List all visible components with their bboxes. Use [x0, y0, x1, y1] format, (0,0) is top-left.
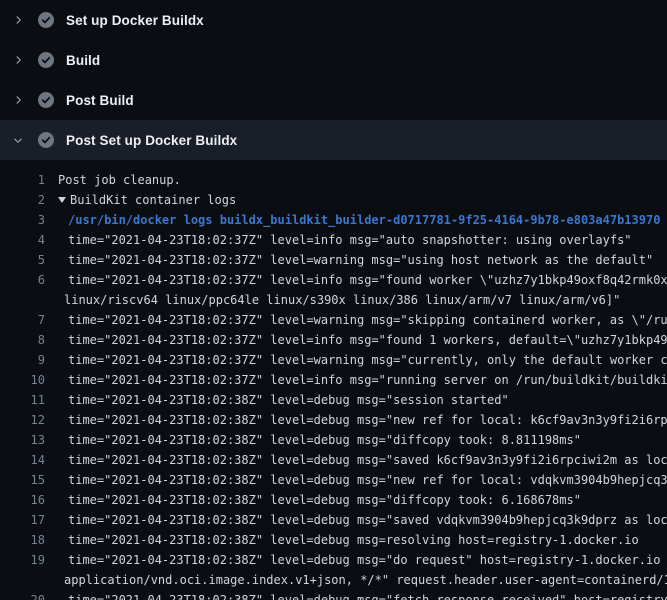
log-line: linux/riscv64 linux/ppc64le linux/s390x … [0, 290, 667, 310]
chevron-down-icon [12, 134, 24, 146]
step-label: Post Build [66, 93, 134, 108]
log-text: time="2021-04-23T18:02:38Z" level=debug … [68, 550, 667, 570]
log-text: /usr/bin/docker logs buildx_buildkit_bui… [68, 210, 660, 230]
log-line: 3 /usr/bin/docker logs buildx_buildkit_b… [0, 210, 667, 230]
line-number-link[interactable]: 16 [0, 490, 45, 510]
line-number-link[interactable]: 7 [0, 310, 45, 330]
log-line: 5 time="2021-04-23T18:02:37Z" level=warn… [0, 250, 667, 270]
log-text: linux/riscv64 linux/ppc64le linux/s390x … [64, 290, 620, 310]
check-circle-icon [38, 132, 54, 148]
line-number-link[interactable]: 3 [0, 210, 45, 230]
log-text: time="2021-04-23T18:02:37Z" level=warnin… [68, 350, 667, 370]
log-line: 19 time="2021-04-23T18:02:38Z" level=deb… [0, 550, 667, 570]
log-text: time="2021-04-23T18:02:37Z" level=info m… [68, 270, 667, 290]
step-header[interactable]: Build [0, 40, 667, 80]
check-circle-icon [38, 12, 54, 28]
log-line: 20 time="2021-04-23T18:02:38Z" level=deb… [0, 590, 667, 600]
log-line: 17 time="2021-04-23T18:02:38Z" level=deb… [0, 510, 667, 530]
line-number-link[interactable]: 20 [0, 590, 45, 600]
line-number-link[interactable]: 14 [0, 450, 45, 470]
chevron-right-icon [12, 94, 24, 106]
line-number-link[interactable]: 8 [0, 330, 45, 350]
log-text: time="2021-04-23T18:02:37Z" level=info m… [68, 230, 632, 250]
log-text: time="2021-04-23T18:02:38Z" level=debug … [68, 390, 509, 410]
line-number-link[interactable] [0, 290, 45, 310]
log-text: time="2021-04-23T18:02:37Z" level=warnin… [68, 250, 653, 270]
line-number-link[interactable]: 18 [0, 530, 45, 550]
chevron-right-icon [12, 14, 24, 26]
step-header[interactable]: Set up Docker Buildx [0, 0, 667, 40]
log-line: 7 time="2021-04-23T18:02:37Z" level=warn… [0, 310, 667, 330]
log-text: time="2021-04-23T18:02:38Z" level=debug … [68, 530, 639, 550]
line-number-link[interactable]: 2 [0, 190, 45, 210]
line-number-link[interactable]: 5 [0, 250, 45, 270]
log-text: time="2021-04-23T18:02:38Z" level=debug … [68, 430, 581, 450]
log-text: time="2021-04-23T18:02:38Z" level=debug … [68, 470, 667, 490]
line-number-link[interactable]: 12 [0, 410, 45, 430]
check-circle-icon [38, 92, 54, 108]
log-text: BuildKit container logs [70, 190, 236, 210]
group-collapse-triangle-icon[interactable] [58, 197, 66, 203]
log-viewer: 1 Post job cleanup. 2 BuildKit container… [0, 160, 667, 600]
log-line: 8 time="2021-04-23T18:02:37Z" level=info… [0, 330, 667, 350]
log-line: 12 time="2021-04-23T18:02:38Z" level=deb… [0, 410, 667, 430]
log-line: application/vnd.oci.image.index.v1+json,… [0, 570, 667, 590]
step-label: Set up Docker Buildx [66, 13, 204, 28]
line-number-link[interactable]: 9 [0, 350, 45, 370]
line-number-link[interactable]: 15 [0, 470, 45, 490]
line-number-link[interactable]: 10 [0, 370, 45, 390]
log-line: 18 time="2021-04-23T18:02:38Z" level=deb… [0, 530, 667, 550]
log-line: 6 time="2021-04-23T18:02:37Z" level=info… [0, 270, 667, 290]
line-number-link[interactable]: 17 [0, 510, 45, 530]
log-text: time="2021-04-23T18:02:37Z" level=warnin… [68, 310, 667, 330]
line-number-link[interactable]: 4 [0, 230, 45, 250]
chevron-right-icon [12, 54, 24, 66]
log-text: time="2021-04-23T18:02:38Z" level=debug … [68, 590, 667, 600]
log-text: time="2021-04-23T18:02:38Z" level=debug … [68, 410, 667, 430]
log-line: 4 time="2021-04-23T18:02:37Z" level=info… [0, 230, 667, 250]
log-text: Post job cleanup. [58, 170, 181, 190]
log-line[interactable]: 2 BuildKit container logs [0, 190, 667, 210]
log-line: 13 time="2021-04-23T18:02:38Z" level=deb… [0, 430, 667, 450]
log-line: 14 time="2021-04-23T18:02:38Z" level=deb… [0, 450, 667, 470]
log-line: 15 time="2021-04-23T18:02:38Z" level=deb… [0, 470, 667, 490]
step-header[interactable]: Post Build [0, 80, 667, 120]
step-header[interactable]: Post Set up Docker Buildx [0, 120, 667, 160]
line-number-link[interactable] [0, 570, 45, 590]
line-number-link[interactable]: 19 [0, 550, 45, 570]
log-text: time="2021-04-23T18:02:38Z" level=debug … [68, 450, 667, 470]
step-label: Post Set up Docker Buildx [66, 133, 237, 148]
log-text: application/vnd.oci.image.index.v1+json,… [64, 570, 667, 590]
line-number-link[interactable]: 6 [0, 270, 45, 290]
log-line: 9 time="2021-04-23T18:02:37Z" level=warn… [0, 350, 667, 370]
log-text: time="2021-04-23T18:02:37Z" level=info m… [68, 330, 667, 350]
check-circle-icon [38, 52, 54, 68]
log-text: time="2021-04-23T18:02:37Z" level=info m… [68, 370, 667, 390]
line-number-link[interactable]: 1 [0, 170, 45, 190]
log-text: time="2021-04-23T18:02:38Z" level=debug … [68, 510, 667, 530]
log-line: 11 time="2021-04-23T18:02:38Z" level=deb… [0, 390, 667, 410]
log-line: 1 Post job cleanup. [0, 170, 667, 190]
log-line: 10 time="2021-04-23T18:02:37Z" level=inf… [0, 370, 667, 390]
log-text: time="2021-04-23T18:02:38Z" level=debug … [68, 490, 581, 510]
line-number-link[interactable]: 11 [0, 390, 45, 410]
log-line: 16 time="2021-04-23T18:02:38Z" level=deb… [0, 490, 667, 510]
step-label: Build [66, 53, 100, 68]
line-number-link[interactable]: 13 [0, 430, 45, 450]
steps-list: Set up Docker Buildx Build [0, 0, 667, 160]
